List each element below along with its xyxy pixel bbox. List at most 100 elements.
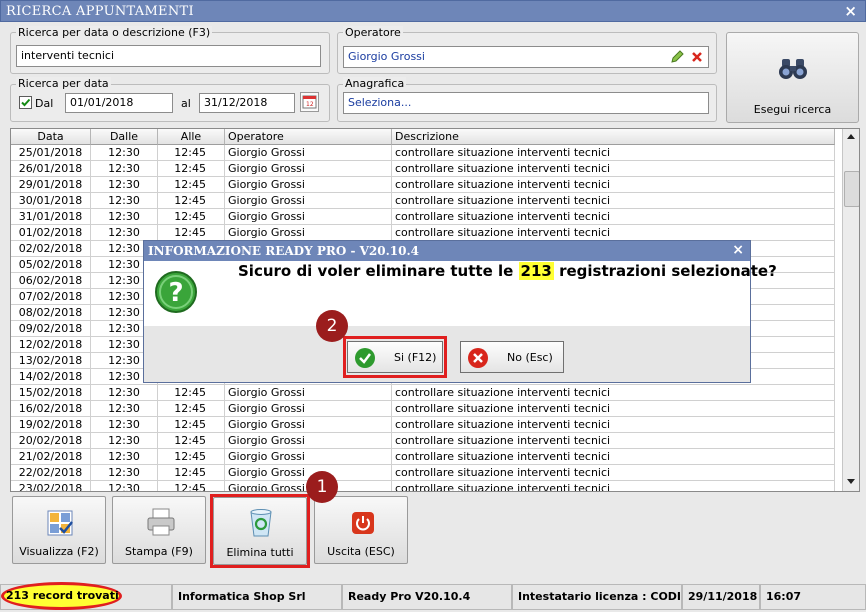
edit-pencil-icon[interactable] (670, 50, 684, 64)
window-title: RICERCA APPUNTAMENTI (6, 4, 194, 19)
execute-search-button[interactable]: Esegui ricerca (726, 32, 859, 123)
to-date-input[interactable]: 31/12/2018 (199, 93, 295, 113)
status-date: 29/11/2018 (682, 584, 760, 610)
exit-button[interactable]: Uscita (ESC) (314, 496, 408, 564)
confirm-dialog: INFORMAZIONE READY PRO - V20.10.4 × ? Si… (143, 240, 777, 383)
grid-view-icon (47, 510, 73, 536)
no-label: No (Esc) (507, 351, 553, 364)
operator-field[interactable]: Giorgio Grossi (343, 46, 709, 68)
table-row[interactable]: 31/01/2018 12:30 12:45 Giorgio Grossi contro… (11, 209, 835, 225)
al-label: al (181, 97, 191, 110)
execute-search-label: Esegui ricerca (753, 103, 832, 116)
table-row[interactable]: 30/01/2018 12:30 12:45 Giorgio Grossi contro… (11, 193, 835, 209)
dal-checkbox[interactable] (19, 96, 32, 109)
cell-descrizione: controllare situazione interventi tecnic… (392, 417, 835, 432)
svg-text:12: 12 (306, 101, 314, 108)
yes-button[interactable]: Si (F12) (347, 341, 443, 373)
column-header-operatore[interactable]: Operatore (225, 129, 392, 145)
cell-descrizione: controllare situazione interventi tecnic… (392, 177, 835, 192)
vertical-scrollbar[interactable] (842, 129, 859, 491)
cell-operatore: Giorgio Grossi (225, 417, 392, 432)
column-header-descrizione[interactable]: Descrizione (392, 129, 835, 145)
check-icon (21, 98, 31, 107)
cell-alle: 12:45 (158, 209, 225, 224)
column-header-alle[interactable]: Alle (158, 129, 225, 145)
cell-operatore: Giorgio Grossi (225, 401, 392, 416)
calendar-icon[interactable]: 12 (300, 92, 319, 112)
message-after: registrazioni selezionate? (559, 262, 777, 280)
operator-label: Operatore (343, 26, 403, 39)
table-row[interactable]: 19/02/2018 12:30 12:45 Giorgio Grossi contro… (11, 417, 835, 433)
delete-all-button[interactable]: Elimina tutti (213, 497, 307, 565)
cell-dalle: 12:30 (91, 465, 158, 480)
power-icon (352, 512, 374, 534)
print-button[interactable]: Stampa (F9) (112, 496, 206, 564)
cell-data: 08/02/2018 (11, 305, 91, 320)
cell-dalle: 12:30 (91, 161, 158, 176)
cell-operatore: Giorgio Grossi (225, 193, 392, 208)
desc-search-input[interactable]: interventi tecnici (16, 45, 321, 67)
scroll-down-icon[interactable] (846, 478, 856, 486)
cell-data: 07/02/2018 (11, 289, 91, 304)
status-time: 16:07 (760, 584, 866, 610)
table-row[interactable]: 29/01/2018 12:30 12:45 Giorgio Grossi contro… (11, 177, 835, 193)
step-1-badge: 1 (306, 471, 338, 503)
status-license: Intestatario licenza : CODICE (512, 584, 682, 610)
cell-operatore: Giorgio Grossi (225, 449, 392, 464)
cell-dalle: 12:30 (91, 209, 158, 224)
table-row[interactable]: 01/02/2018 12:30 12:45 Giorgio Grossi contro… (11, 225, 835, 241)
cell-data: 09/02/2018 (11, 321, 91, 336)
cell-descrizione: controllare situazione interventi tecnic… (392, 465, 835, 480)
table-row[interactable]: 26/01/2018 12:30 12:45 Giorgio Grossi contro… (11, 161, 835, 177)
scroll-thumb[interactable] (844, 171, 859, 207)
dialog-message: Sicuro di voler eliminare tutte le 213 r… (238, 262, 777, 280)
anagrafica-field[interactable]: Seleziona... (343, 92, 709, 114)
column-header-data[interactable]: Data (11, 129, 91, 145)
cell-descrizione: controllare situazione interventi tecnic… (392, 145, 835, 160)
view-button[interactable]: Visualizza (F2) (12, 496, 106, 564)
cell-data: 19/02/2018 (11, 417, 91, 432)
table-row[interactable]: 25/01/2018 12:30 12:45 Giorgio Grossi contro… (11, 145, 835, 161)
table-row[interactable]: 20/02/2018 12:30 12:45 Giorgio Grossi contro… (11, 433, 835, 449)
cell-descrizione: controllare situazione interventi tecnic… (392, 225, 835, 240)
question-icon: ? (155, 271, 197, 313)
cell-alle: 12:45 (158, 433, 225, 448)
table-row[interactable]: 16/02/2018 12:30 12:45 Giorgio Grossi contro… (11, 401, 835, 417)
cancel-circle-icon (468, 348, 488, 368)
clear-x-icon[interactable] (690, 50, 704, 64)
from-date-input[interactable]: 01/01/2018 (65, 93, 173, 113)
dialog-close-button[interactable]: × (732, 242, 744, 258)
cell-data: 12/02/2018 (11, 337, 91, 352)
window-titlebar: RICERCA APPUNTAMENTI × (0, 0, 866, 22)
cell-alle: 12:45 (158, 449, 225, 464)
scroll-up-icon[interactable] (846, 132, 856, 140)
cell-alle: 12:45 (158, 481, 225, 491)
dialog-title: INFORMAZIONE READY PRO - V20.10.4 (148, 244, 420, 258)
cell-operatore: Giorgio Grossi (225, 145, 392, 160)
table-row[interactable]: 22/02/2018 12:30 12:45 Giorgio Grossi contro… (11, 465, 835, 481)
table-row[interactable]: 15/02/2018 12:30 12:45 Giorgio Grossi contro… (11, 385, 835, 401)
cell-descrizione: controllare situazione interventi tecnic… (392, 481, 835, 491)
cell-data: 15/02/2018 (11, 385, 91, 400)
cell-dalle: 12:30 (91, 433, 158, 448)
cell-alle: 12:45 (158, 465, 225, 480)
exit-label: Uscita (ESC) (327, 545, 395, 558)
cell-dalle: 12:30 (91, 177, 158, 192)
cell-data: 16/02/2018 (11, 401, 91, 416)
cell-alle: 12:45 (158, 193, 225, 208)
print-label: Stampa (F9) (125, 545, 193, 558)
table-row[interactable]: 21/02/2018 12:30 12:45 Giorgio Grossi contro… (11, 449, 835, 465)
cell-descrizione: controllare situazione interventi tecnic… (392, 161, 835, 176)
dialog-titlebar: INFORMAZIONE READY PRO - V20.10.4 × (144, 241, 750, 261)
cell-data: 20/02/2018 (11, 433, 91, 448)
cell-dalle: 12:30 (91, 417, 158, 432)
window-close-button[interactable]: × (844, 2, 857, 20)
no-button[interactable]: No (Esc) (460, 341, 564, 373)
cell-descrizione: controllare situazione interventi tecnic… (392, 449, 835, 464)
cell-data: 25/01/2018 (11, 145, 91, 160)
cell-data: 13/02/2018 (11, 353, 91, 368)
column-header-dalle[interactable]: Dalle (91, 129, 158, 145)
table-row[interactable]: 23/02/2018 12:30 12:45 Giorgio Grossi contro… (11, 481, 835, 491)
record-count-highlight: 213 (518, 262, 554, 280)
yes-label: Si (F12) (394, 351, 437, 364)
